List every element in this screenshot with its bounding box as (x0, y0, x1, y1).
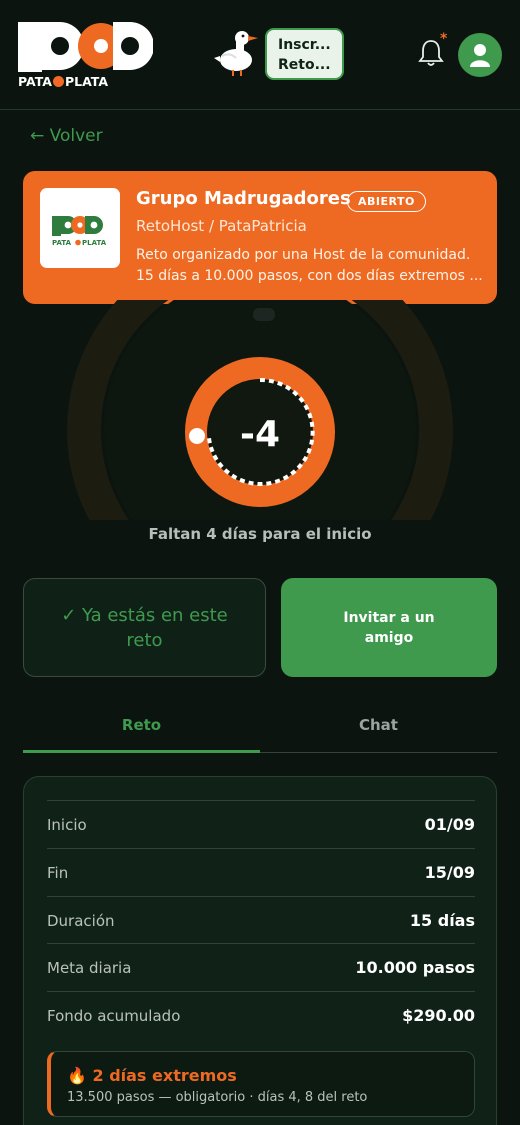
app-logo[interactable]: PATA PLATA (18, 20, 154, 92)
detail-value: 01/09 (424, 815, 475, 834)
detail-value: 15 días (409, 911, 475, 930)
bubble-line-2: Reto... (278, 57, 331, 73)
detail-key: Fondo acumulado (47, 1006, 181, 1025)
detail-key: Meta diaria (47, 958, 132, 977)
invite-friend-button[interactable]: Invitar a un amigo (281, 578, 497, 677)
tab-chat[interactable]: Chat (260, 716, 497, 734)
tab-reto[interactable]: Reto (23, 716, 260, 734)
app-header: PATA PLATA Inscr... Reto... * (0, 0, 520, 110)
detail-value: 10.000 pasos (355, 958, 475, 977)
detail-row-meta-diaria: Meta diaria 10.000 pasos (47, 943, 475, 991)
countdown-value: -4 (240, 414, 280, 455)
svg-text:PLATA: PLATA (82, 239, 107, 247)
joined-status-button[interactable]: ✓ Ya estás en este reto (23, 578, 266, 677)
challenge-status-bubble[interactable]: Inscr... Reto... (265, 28, 344, 80)
detail-row-inicio: Inicio 01/09 (47, 800, 475, 848)
extreme-days-subtitle: 13.500 pasos — obligatorio · días 4, 8 d… (67, 1090, 368, 1105)
back-link[interactable]: ← Volver (30, 126, 103, 146)
status-badge: ABIERTO (347, 191, 426, 212)
notification-dot-icon: * (440, 31, 448, 47)
challenge-details-panel: Inicio 01/09 Fin 15/09 Duración 15 días … (23, 776, 497, 1125)
countdown-ring: -4 (67, 237, 453, 623)
tab-bar: Reto Chat (23, 708, 497, 753)
challenge-title: Grupo Madrugadores (136, 188, 351, 209)
bubble-line-1: Inscr... (278, 37, 331, 53)
countdown-area: -4 (0, 237, 520, 623)
user-avatar[interactable] (458, 33, 502, 77)
description-line-2: 15 días a 10.000 pasos, con dos días ext… (136, 268, 483, 284)
logo-subtitle: PATA PLATA (18, 74, 109, 89)
svg-text:PATA: PATA (52, 239, 72, 247)
extreme-days-notice: 🔥 2 días extremos 13.500 pasos — obligat… (47, 1051, 475, 1117)
description-line-1: Reto organizado por una Host de la comun… (136, 247, 471, 263)
detail-row-fondo: Fondo acumulado $290.00 (47, 991, 475, 1039)
detail-value: $290.00 (402, 1006, 475, 1025)
challenge-host: RetoHost / PataPatricia (136, 217, 307, 235)
detail-row-fin: Fin 15/09 (47, 848, 475, 896)
detail-key: Duración (47, 911, 115, 930)
extreme-days-title: 🔥 2 días extremos (67, 1066, 237, 1085)
user-icon (470, 44, 490, 67)
countdown-label: Faltan 4 días para el inicio (148, 525, 372, 543)
challenge-card[interactable]: PATA PLATA Grupo Madrugadores ABIERTO Re… (23, 171, 497, 304)
detail-key: Inicio (47, 815, 87, 834)
detail-key: Fin (47, 863, 69, 882)
detail-value: 15/09 (424, 863, 475, 882)
pata-plata-logo-icon: PATA PLATA (52, 216, 107, 247)
detail-row-duracion: Duración 15 días (47, 896, 475, 944)
challenge-logo: PATA PLATA (40, 188, 120, 268)
active-tab-indicator (23, 750, 260, 753)
logo-mark (18, 22, 154, 72)
challenge-description: Reto organizado por una Host de la comun… (136, 245, 486, 287)
goose-mascot-icon (214, 31, 258, 76)
